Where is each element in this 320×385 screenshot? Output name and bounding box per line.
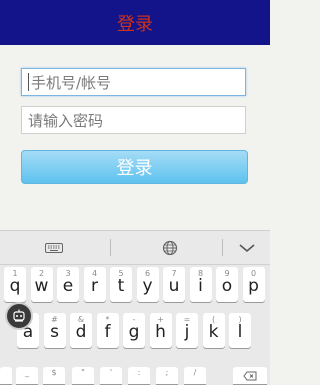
login-button[interactable]: 登录 [21,150,248,184]
key-partial[interactable]: / [184,367,206,384]
globe-icon[interactable] [152,231,188,264]
key-alt-symbol: " [81,368,85,377]
page-title: 登录 [117,13,153,35]
key-letter: j [184,322,190,342]
key-letter: u [168,276,180,296]
key-alt-symbol: ; [165,368,169,377]
key-u[interactable]: 7u [163,267,185,302]
key-letter: t [117,276,125,296]
key-y[interactable]: 6y [136,267,159,302]
key-partial[interactable]: ' [100,367,122,384]
key-letter: g [128,322,140,342]
key-j[interactable]: = j [176,313,198,348]
key-e[interactable]: 3e [57,267,79,302]
toolbar-divider [110,239,111,256]
key-letter: y [142,276,153,296]
key-k[interactable]: (k [202,313,225,348]
key-letter: i [198,276,203,296]
key-r[interactable]: 4r [83,267,106,302]
key-letter: s [50,322,59,342]
key-q[interactable]: 1q [4,267,26,302]
key-s[interactable]: # s [43,313,66,348]
key-letter: f [104,322,111,342]
account-placeholder: 手机号/帐号 [31,73,112,92]
key-letter: o [221,276,233,296]
key-alt-symbol: $ [51,368,57,377]
backspace-key[interactable] [233,367,267,384]
key-letter: r [91,276,98,296]
robot-icon [13,309,25,322]
floating-assist-button[interactable] [5,302,33,330]
key-partial[interactable]: _ [16,367,38,384]
key-t[interactable]: 5t [110,267,132,302]
toolbar-divider [222,239,223,256]
key-letter: q [9,276,21,296]
key-letter: e [62,276,74,296]
password-input[interactable]: 请输入密码 [21,106,246,134]
login-button-label: 登录 [116,158,153,179]
key-p[interactable]: 0p [242,267,265,302]
key-letter: h [155,322,166,342]
key-l[interactable]: ) l [229,313,251,348]
password-placeholder: 请输入密码 [28,111,104,130]
keyboard-icon[interactable] [36,231,72,264]
key-letter: w [34,276,49,296]
soft-keyboard [0,230,270,385]
shift-key[interactable] [0,367,12,384]
key-h[interactable]: + h [149,313,172,348]
key-partial[interactable]: $ [43,367,65,384]
key-partial[interactable]: ; [156,367,178,384]
key-partial[interactable]: : [128,367,150,384]
key-alt-symbol: / [193,368,197,377]
keyboard-toolbar [0,231,270,265]
key-letter: k [208,322,219,342]
app-header: 登录 [0,0,270,45]
key-alt-symbol: : [137,368,141,377]
key-alt-symbol: _ [25,368,29,377]
backspace-icon [243,371,257,381]
key-partial[interactable]: " [72,367,94,384]
key-letter: p [248,276,259,296]
account-input[interactable]: 手机号/帐号 [21,68,246,96]
key-letter: d [75,322,87,342]
key-o[interactable]: 9o [216,267,238,302]
key-f[interactable]: * f [96,313,119,348]
key-g[interactable]: -g [123,313,145,348]
key-w[interactable]: 2w [30,267,53,302]
key-d[interactable]: & d [70,313,92,348]
key-alt-symbol: ' [109,368,113,377]
text-caret [28,73,29,91]
key-letter: l [237,322,243,342]
chevron-down-icon[interactable] [232,231,262,264]
key-i[interactable]: 8i [189,267,212,302]
